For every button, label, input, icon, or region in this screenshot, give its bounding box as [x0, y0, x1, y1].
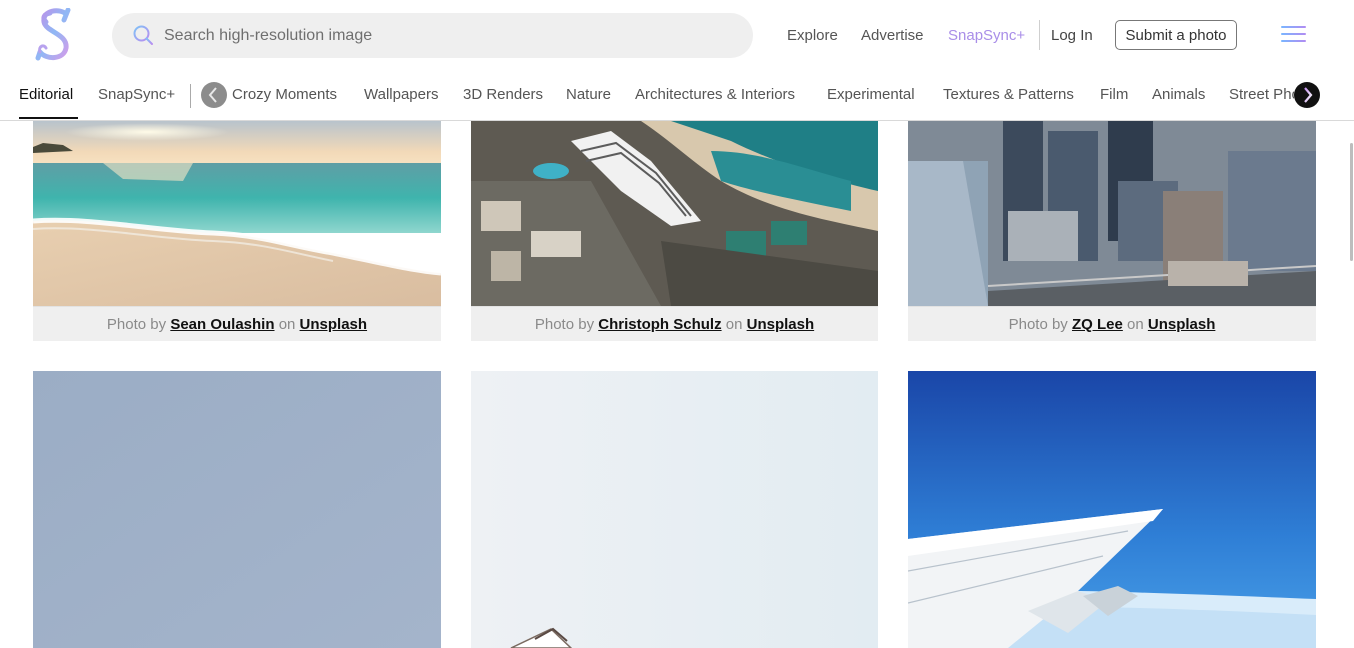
- photo-card-airplane-wing[interactable]: [908, 371, 1316, 648]
- tab-crozy-moments[interactable]: Crozy Moments: [232, 86, 337, 103]
- category-divider: [190, 84, 191, 108]
- logo-s-icon[interactable]: [34, 8, 76, 62]
- tab-animals[interactable]: Animals: [1152, 86, 1205, 103]
- source-link[interactable]: Unsplash: [1148, 316, 1216, 333]
- credit-on: on: [1127, 316, 1144, 333]
- photo-card-white-building[interactable]: [471, 371, 878, 648]
- author-link[interactable]: Christoph Schulz: [598, 316, 721, 333]
- credit-prefix: Photo by: [106, 316, 167, 333]
- photo-card-blue-sky[interactable]: [33, 371, 441, 648]
- page-scrollbar[interactable]: [1350, 143, 1353, 261]
- photo-credit: Photo by Christoph Schulz on Unsplash: [471, 306, 878, 341]
- source-link[interactable]: Unsplash: [300, 316, 368, 333]
- nav-divider: [1039, 20, 1040, 50]
- source-link[interactable]: Unsplash: [747, 316, 815, 333]
- photo-airplane-wing[interactable]: [908, 371, 1316, 648]
- tab-experimental[interactable]: Experimental: [827, 86, 915, 103]
- tab-architectures-interiors[interactable]: Architectures & Interiors: [635, 86, 795, 103]
- credit-on: on: [725, 316, 743, 333]
- search-input[interactable]: [164, 13, 724, 58]
- photo-card-beach[interactable]: Photo by Sean Oulashin on Unsplash: [33, 121, 441, 341]
- nav-snapsync-link[interactable]: SnapSync+: [948, 27, 1025, 44]
- credit-on: on: [278, 316, 296, 333]
- author-link[interactable]: ZQ Lee: [1072, 316, 1123, 333]
- category-bar: Editorial SnapSync+ Crozy Moments Wallpa…: [0, 70, 1354, 121]
- tab-textures-patterns[interactable]: Textures & Patterns: [943, 86, 1074, 103]
- photo-plain-sky[interactable]: [33, 371, 441, 648]
- nav-explore-link[interactable]: Explore: [787, 27, 838, 44]
- photo-credit: Photo by ZQ Lee on Unsplash: [908, 306, 1316, 341]
- tab-street-photography[interactable]: Street Photography: [1229, 86, 1294, 103]
- chevron-right-icon: [1304, 87, 1313, 103]
- photo-card-city[interactable]: Photo by ZQ Lee on Unsplash: [908, 121, 1316, 341]
- photo-aerial-resort[interactable]: [471, 121, 878, 306]
- search-bar[interactable]: [112, 13, 753, 58]
- login-link[interactable]: Log In: [1051, 27, 1093, 44]
- nav-advertise-link[interactable]: Advertise: [861, 27, 924, 44]
- author-link[interactable]: Sean Oulashin: [170, 316, 274, 333]
- top-header: Explore Advertise SnapSync+ Log In Submi…: [0, 0, 1354, 70]
- chevron-left-icon: [208, 87, 217, 103]
- submit-photo-button[interactable]: Submit a photo: [1115, 20, 1237, 50]
- scroll-left-button[interactable]: [201, 82, 227, 108]
- credit-prefix: Photo by: [534, 316, 595, 333]
- photo-card-aerial-resort[interactable]: Photo by Christoph Schulz on Unsplash: [471, 121, 878, 341]
- credit-prefix: Photo by: [1008, 316, 1068, 333]
- tab-nature[interactable]: Nature: [566, 86, 611, 103]
- scroll-right-button[interactable]: [1294, 82, 1320, 108]
- photo-credit: Photo by Sean Oulashin on Unsplash: [33, 306, 441, 341]
- tab-3d-renders[interactable]: 3D Renders: [463, 86, 543, 103]
- photo-white-building[interactable]: [471, 371, 878, 648]
- tab-wallpapers[interactable]: Wallpapers: [364, 86, 438, 103]
- photo-city-skyline[interactable]: [908, 121, 1316, 306]
- menu-icon[interactable]: [1281, 25, 1306, 44]
- tab-film[interactable]: Film: [1100, 86, 1128, 103]
- tab-snapsync[interactable]: SnapSync+: [98, 86, 175, 103]
- active-tab-indicator: [19, 117, 78, 119]
- search-icon[interactable]: [132, 24, 154, 46]
- tab-editorial[interactable]: Editorial: [19, 86, 73, 103]
- photo-beach-sunset[interactable]: [33, 121, 441, 306]
